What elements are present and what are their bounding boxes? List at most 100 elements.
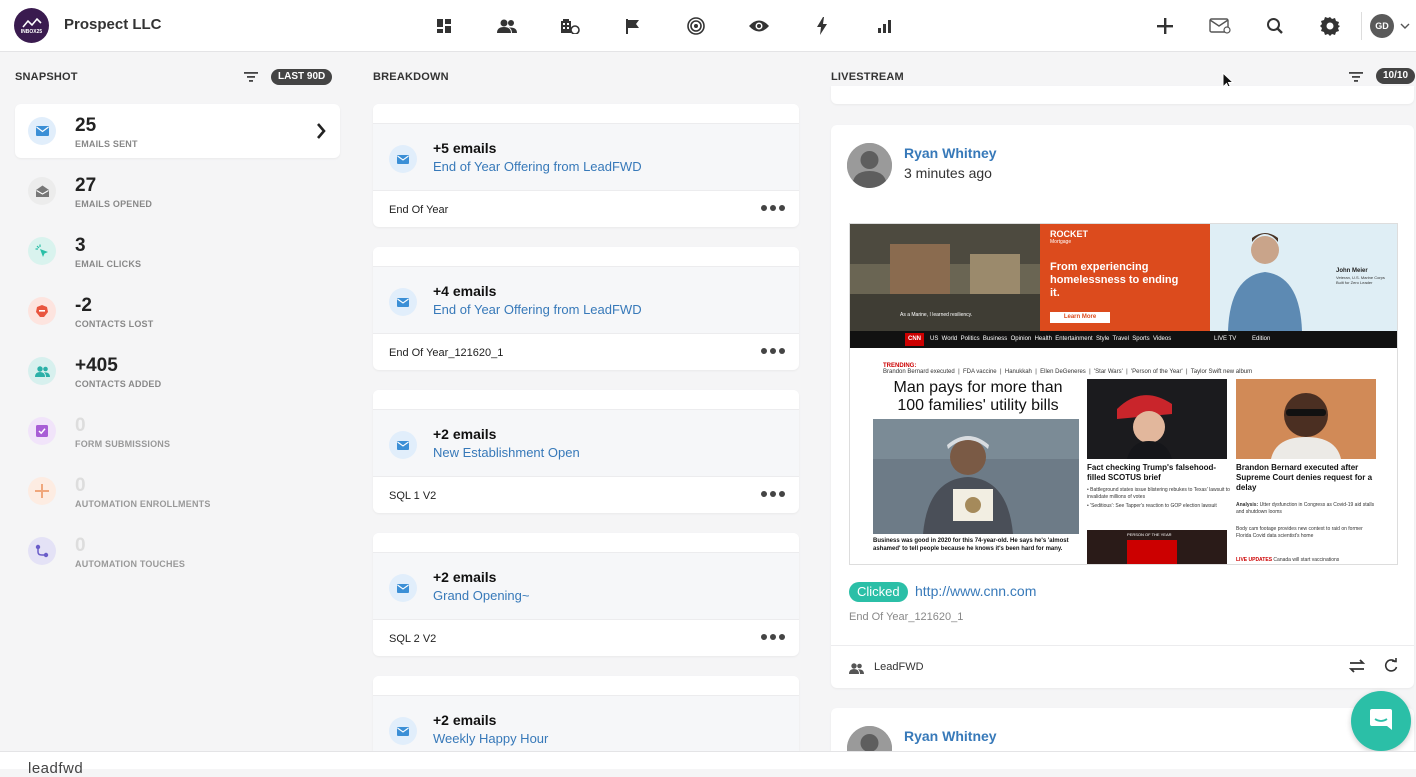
filter-icon[interactable] bbox=[244, 70, 258, 88]
right-headline[interactable]: Brandon Bernard executed after Supreme C… bbox=[1236, 463, 1376, 493]
campaign-link[interactable]: Weekly Happy Hour bbox=[433, 731, 548, 746]
right-story-item[interactable]: Body cam footage provides new context to… bbox=[1236, 526, 1376, 540]
contact-avatar[interactable] bbox=[847, 143, 892, 188]
dashboard-icon[interactable] bbox=[412, 14, 475, 38]
inbox-icon[interactable] bbox=[1192, 0, 1247, 52]
breakdown-card[interactable]: +2 emails New Establishment Open SQL 1 V… bbox=[373, 390, 799, 513]
snapshot-contacts-added[interactable]: +405 CONTACTS ADDED bbox=[15, 344, 340, 398]
envelope-icon bbox=[389, 431, 417, 459]
chevron-right-icon[interactable] bbox=[316, 123, 326, 144]
envelope-icon bbox=[389, 288, 417, 316]
more-options-icon[interactable] bbox=[761, 348, 785, 354]
snapshot-automation-enrollments[interactable]: 0 AUTOMATION ENROLLMENTS bbox=[15, 464, 340, 518]
campaign-link[interactable]: End of Year Offering from LeadFWD bbox=[433, 159, 642, 174]
more-options-icon[interactable] bbox=[761, 634, 785, 640]
livestream-card[interactable]: Ryan Whitney 3 minutes ago As a Marine, … bbox=[831, 125, 1414, 688]
breakdown-card[interactable]: +4 emails End of Year Offering from Lead… bbox=[373, 247, 799, 370]
breakdown-card[interactable]: +5 emails End of Year Offering from Lead… bbox=[373, 104, 799, 227]
trending-topics[interactable]: Brandon Bernard executed | FDA vaccine |… bbox=[883, 369, 1252, 375]
breakdown-card[interactable]: +2 emails Grand Opening~ SQL 2 V2 bbox=[373, 533, 799, 656]
email-name: SQL 2 V2 bbox=[389, 633, 437, 645]
snapshot-value: 25 bbox=[75, 115, 97, 136]
contact-name-link[interactable]: Ryan Whitney bbox=[904, 145, 997, 161]
mid-bullet[interactable]: • Battleground states issue blistering r… bbox=[1087, 487, 1232, 501]
snapshot-contacts-lost[interactable]: -2 CONTACTS LOST bbox=[15, 284, 340, 338]
breakdown-title: BREAKDOWN bbox=[373, 71, 449, 83]
user-avatar[interactable]: GD bbox=[1370, 14, 1394, 38]
company-logo[interactable]: INBOX25 bbox=[14, 8, 49, 43]
snapshot-value: 0 bbox=[75, 475, 86, 496]
snapshot-value: +405 bbox=[75, 355, 118, 376]
event-time: 3 minutes ago bbox=[904, 165, 992, 181]
contacts-added-icon bbox=[28, 357, 56, 385]
snapshot-value: 0 bbox=[75, 415, 86, 436]
search-icon[interactable] bbox=[1247, 0, 1302, 52]
companies-icon[interactable] bbox=[538, 14, 601, 38]
campaign-link[interactable]: End of Year Offering from LeadFWD bbox=[433, 302, 642, 317]
snapshot-emails-sent[interactable]: 25 EMAILS SENT bbox=[15, 104, 340, 158]
cursor-click-icon bbox=[28, 237, 56, 265]
retweet-icon[interactable] bbox=[1347, 659, 1367, 678]
goals-target-icon[interactable] bbox=[664, 14, 727, 38]
campaigns-flag-icon[interactable] bbox=[601, 14, 664, 38]
reports-bars-icon[interactable] bbox=[853, 14, 916, 38]
snapshot-label: CONTACTS LOST bbox=[75, 319, 154, 329]
automation-bolt-icon[interactable] bbox=[790, 14, 853, 38]
range-badge[interactable]: LAST 90D bbox=[271, 69, 333, 85]
mid-headline[interactable]: Fact checking Trump's falsehood-filled S… bbox=[1087, 463, 1232, 483]
email-name: SQL 1 V2 bbox=[389, 490, 437, 502]
owner-icon bbox=[849, 661, 864, 679]
company-name[interactable]: Prospect LLC bbox=[64, 16, 162, 33]
main-nav bbox=[412, 14, 916, 38]
chevron-down-icon[interactable] bbox=[1394, 23, 1416, 29]
analysis-label: Analysis: bbox=[1236, 502, 1259, 508]
chat-launcher-button[interactable] bbox=[1351, 691, 1411, 751]
live-updates[interactable]: LIVE UPDATES Canada will start vaccinati… bbox=[1236, 557, 1376, 564]
envelope-icon bbox=[389, 717, 417, 745]
snapshot-emails-opened[interactable]: 27 EMAILS OPENED bbox=[15, 164, 340, 218]
snapshot-label: AUTOMATION TOUCHES bbox=[75, 559, 186, 569]
cnn-edition[interactable]: Edition bbox=[1252, 336, 1270, 342]
person-of-year-cover: PERSON OF THE YEAR bbox=[1087, 530, 1227, 564]
snapshot-email-clicks[interactable]: 3 EMAIL CLICKS bbox=[15, 224, 340, 278]
contacts-icon[interactable] bbox=[475, 14, 538, 38]
refresh-icon[interactable] bbox=[1384, 658, 1398, 678]
snapshot-value: 3 bbox=[75, 235, 86, 256]
more-options-icon[interactable] bbox=[761, 491, 785, 497]
contact-avatar[interactable] bbox=[847, 726, 892, 751]
cnn-headline[interactable]: Man pays for more than 100 families' uti… bbox=[878, 379, 1078, 415]
cnn-logo[interactable]: CNN bbox=[905, 333, 924, 346]
form-check-icon bbox=[28, 417, 56, 445]
ad-banner: As a Marine, I learned resiliency. ROCKE… bbox=[850, 224, 1397, 331]
add-icon[interactable] bbox=[1137, 0, 1192, 52]
contact-name-link[interactable]: Ryan Whitney bbox=[904, 728, 997, 744]
breakdown-card[interactable]: +2 emails Weekly Happy Hour bbox=[373, 676, 799, 751]
snapshot-value: -2 bbox=[75, 295, 92, 316]
cnn-live-tv[interactable]: LIVE TV bbox=[1214, 336, 1236, 342]
plus-icon bbox=[28, 477, 56, 505]
owner-name: LeadFWD bbox=[874, 661, 924, 673]
ad-learn-more-button[interactable]: Learn More bbox=[1050, 312, 1110, 323]
campaign-link[interactable]: Grand Opening~ bbox=[433, 588, 529, 603]
campaign-link[interactable]: New Establishment Open bbox=[433, 445, 580, 460]
clicked-url-link[interactable]: http://www.cnn.com bbox=[915, 583, 1036, 599]
right-analysis[interactable]: Analysis: Utter dysfunction in Congress … bbox=[1236, 502, 1376, 516]
livestream-card[interactable]: Ryan Whitney bbox=[831, 708, 1414, 751]
cnn-nav-links[interactable]: US World Politics Business Opinion Healt… bbox=[930, 336, 1171, 342]
snapshot-automation-touches[interactable]: 0 AUTOMATION TOUCHES bbox=[15, 524, 340, 578]
envelope-open-icon bbox=[28, 177, 56, 205]
more-options-icon[interactable] bbox=[761, 205, 785, 211]
time-cover-label: PERSON OF THE YEAR bbox=[1127, 532, 1172, 537]
snapshot-label: FORM SUBMISSIONS bbox=[75, 439, 171, 449]
mid-bullet[interactable]: • 'Seditious': See Tapper's reaction to … bbox=[1087, 503, 1232, 510]
website-screenshot[interactable]: As a Marine, I learned resiliency. ROCKE… bbox=[849, 223, 1398, 565]
visitors-eye-icon[interactable] bbox=[727, 14, 790, 38]
email-count: +2 emails bbox=[433, 426, 497, 442]
settings-gear-icon[interactable] bbox=[1302, 0, 1357, 52]
livestream-count-badge[interactable]: 10/10 bbox=[1376, 68, 1416, 84]
ad-person-sub2: Built for Zero Leader bbox=[1336, 280, 1373, 285]
snapshot-form-submissions[interactable]: 0 FORM SUBMISSIONS bbox=[15, 404, 340, 458]
top-bar: INBOX25 Prospect LLC GD bbox=[0, 0, 1416, 52]
ad-text: From experiencing homelessness to ending… bbox=[1050, 261, 1179, 299]
ad-brand-sub: Mortgage bbox=[1050, 239, 1072, 245]
